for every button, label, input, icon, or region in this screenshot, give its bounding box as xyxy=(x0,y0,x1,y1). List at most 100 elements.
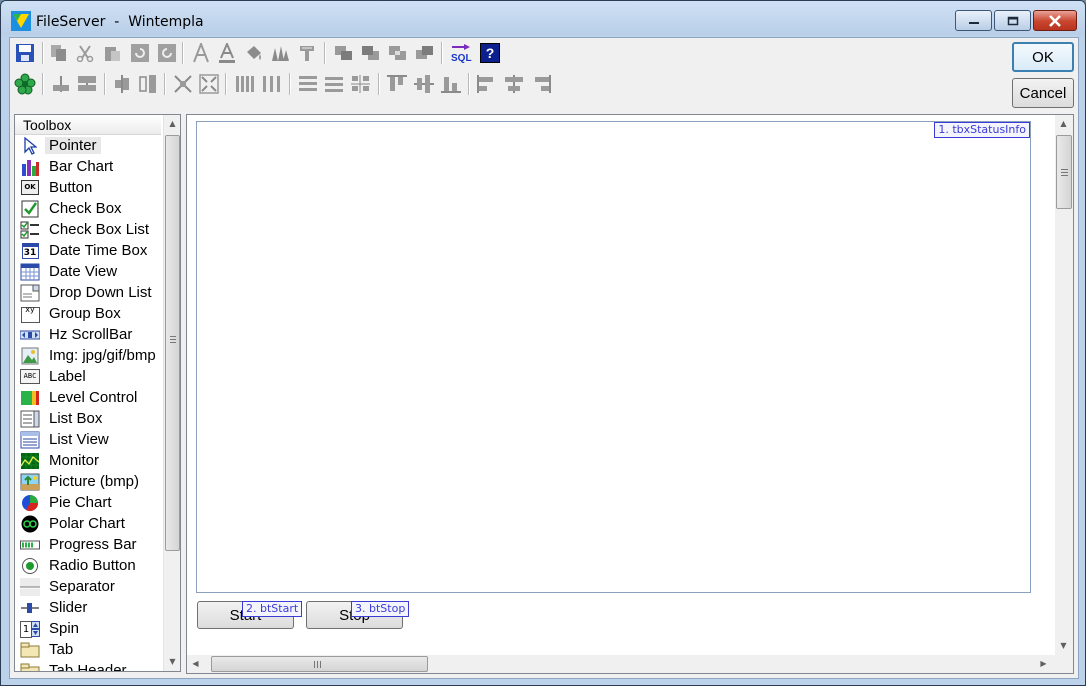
toolbox-item-check-box[interactable]: Check Box xyxy=(15,198,161,219)
toolbox-item-tab[interactable]: Tab xyxy=(15,639,161,660)
scroll-down-arrow[interactable]: ▼ xyxy=(164,653,180,670)
toolbox-item-list-box[interactable]: List Box xyxy=(15,408,161,429)
align-middle-button[interactable] xyxy=(413,73,435,95)
toolbox-item-label: List Box xyxy=(49,410,103,427)
ok-button[interactable]: OK xyxy=(1012,42,1074,72)
space-horizontal-button[interactable] xyxy=(234,73,256,95)
space-vertical-button[interactable] xyxy=(297,73,319,95)
toolbox-item-list-view[interactable]: List View xyxy=(15,429,161,450)
pen-color-button[interactable] xyxy=(269,42,291,64)
space-horizontal2-button[interactable] xyxy=(261,73,283,95)
toolbox-item-label: Date View xyxy=(49,263,118,280)
toolbox-item-polar-chart[interactable]: Polar Chart xyxy=(15,513,161,534)
format-button[interactable] xyxy=(296,42,318,64)
align-vcenter-button[interactable] xyxy=(137,73,159,95)
scroll-left-arrow[interactable]: ◀ xyxy=(187,655,204,672)
toolbar-separator xyxy=(441,42,443,64)
toolbox-item-spin[interactable]: 1 Spin xyxy=(15,618,161,639)
toolbox-item-level-control[interactable]: Level Control xyxy=(15,387,161,408)
close-button[interactable] xyxy=(1033,10,1077,31)
designer-hscroll-thumb[interactable] xyxy=(211,656,428,672)
designer-vertical-scrollbar[interactable]: ▲ ▼ xyxy=(1055,115,1073,655)
toolbox-item-image[interactable]: Img: jpg/gif/bmp xyxy=(15,345,161,366)
paste-button[interactable] xyxy=(101,42,123,64)
designer-horizontal-scrollbar[interactable]: ◀ ▶ xyxy=(187,655,1055,673)
toolbox-item-date-view[interactable]: Date View xyxy=(15,261,161,282)
toolbox-item-button[interactable]: OK Button xyxy=(15,177,161,198)
minimize-button[interactable] xyxy=(955,10,992,31)
toolbar-separator xyxy=(182,42,184,64)
status-info-textbox[interactable]: 1. tbxStatusInfo xyxy=(196,121,1031,593)
toolbox-item-label: Hz ScrollBar xyxy=(49,326,133,343)
toolbox-item-label: Spin xyxy=(49,620,80,637)
scroll-right-arrow[interactable]: ▶ xyxy=(1035,655,1052,672)
form-designer[interactable]: 1. tbxStatusInfo Start 2. btStart Stop 3… xyxy=(186,114,1074,674)
redo-button[interactable] xyxy=(156,42,178,64)
toolbar-separator xyxy=(378,73,380,95)
cancel-button[interactable]: Cancel xyxy=(1012,78,1074,108)
maximize-button[interactable] xyxy=(994,10,1031,31)
control-tag: 1. tbxStatusInfo xyxy=(934,122,1030,138)
align-bottom-button[interactable] xyxy=(440,73,462,95)
event-button[interactable] xyxy=(14,73,36,95)
toolbox-scroll-thumb[interactable] xyxy=(165,135,180,551)
toolbox-item-pie-chart[interactable]: Pie Chart xyxy=(15,492,161,513)
space-vertical3-button[interactable] xyxy=(350,73,372,95)
toolbox-item-label: Date Time Box xyxy=(49,242,148,259)
bring-to-front-button[interactable] xyxy=(387,42,409,64)
space-horizontal-icon xyxy=(236,76,254,92)
align-center-edge-button[interactable] xyxy=(503,73,525,95)
align-left-button[interactable] xyxy=(50,73,72,95)
send-to-back-button[interactable] xyxy=(414,42,436,64)
toolbox-item-radio-button[interactable]: Radio Button xyxy=(15,555,161,576)
scroll-up-arrow[interactable]: ▲ xyxy=(1055,115,1072,132)
send-backward-button[interactable] xyxy=(360,42,382,64)
space-vertical2-button[interactable] xyxy=(323,73,345,95)
toolbox-item-hz-scrollbar[interactable]: Hz ScrollBar xyxy=(15,324,161,345)
toolbox-scrollbar[interactable]: ▲ ▼ xyxy=(163,115,180,671)
help-button[interactable]: ? xyxy=(479,42,501,64)
scroll-up-arrow[interactable]: ▲ xyxy=(164,115,180,132)
cut-button[interactable] xyxy=(74,42,96,64)
save-button[interactable] xyxy=(14,42,36,64)
align-right-edge-button[interactable] xyxy=(530,73,552,95)
toolbox-item-group-box[interactable]: xy Group Box xyxy=(15,303,161,324)
sql-icon: SQL xyxy=(451,44,472,63)
pointer-icon xyxy=(24,136,37,155)
toolbox-item-monitor[interactable]: Monitor xyxy=(15,450,161,471)
title-bar[interactable]: FileServer - Wintempla xyxy=(1,1,1085,35)
toolbox-item-check-box-list[interactable]: Check Box List xyxy=(15,219,161,240)
undo-button[interactable] xyxy=(129,42,151,64)
toolbox-item-separator[interactable]: Separator xyxy=(15,576,161,597)
check-box-icon xyxy=(21,200,39,217)
align-right-button[interactable] xyxy=(76,73,98,95)
same-size-button[interactable] xyxy=(172,73,194,95)
copy-button[interactable] xyxy=(48,42,70,64)
toolbox-item-bar-chart[interactable]: Bar Chart xyxy=(15,156,161,177)
bring-forward-button[interactable] xyxy=(333,42,355,64)
paste-icon xyxy=(105,47,120,61)
align-center-edge-icon xyxy=(505,75,523,93)
align-left-edge-button[interactable] xyxy=(476,73,498,95)
font-color-button[interactable] xyxy=(216,42,238,64)
toolbox-item-label[interactable]: ABC Label xyxy=(15,366,161,387)
align-top-button[interactable] xyxy=(386,73,408,95)
same-size2-button[interactable] xyxy=(198,73,220,95)
sql-button[interactable]: SQL xyxy=(450,42,472,64)
tab-icon xyxy=(20,642,40,657)
toolbox-item-tab-header[interactable]: Tab Header xyxy=(15,660,161,671)
window-title: FileServer - Wintempla xyxy=(36,14,204,30)
align-hcenter-button[interactable] xyxy=(111,73,133,95)
designer-vscroll-thumb[interactable] xyxy=(1056,135,1072,209)
toolbox-item-progress-bar[interactable]: Progress Bar xyxy=(15,534,161,555)
toolbox-item-slider[interactable]: Slider xyxy=(15,597,161,618)
toolbox-item-drop-down-list[interactable]: Drop Down List xyxy=(15,282,161,303)
toolbox-item-picture[interactable]: Picture (bmp) xyxy=(15,471,161,492)
toolbox-item-date-time-box[interactable]: 31 Date Time Box xyxy=(15,240,161,261)
scroll-down-arrow[interactable]: ▼ xyxy=(1055,637,1072,654)
toolbox-item-pointer[interactable]: Pointer xyxy=(15,135,161,156)
font-button[interactable] xyxy=(190,42,212,64)
save-icon xyxy=(16,44,34,62)
toolbox-item-label: Picture (bmp) xyxy=(49,473,140,490)
fill-color-button[interactable] xyxy=(243,42,265,64)
